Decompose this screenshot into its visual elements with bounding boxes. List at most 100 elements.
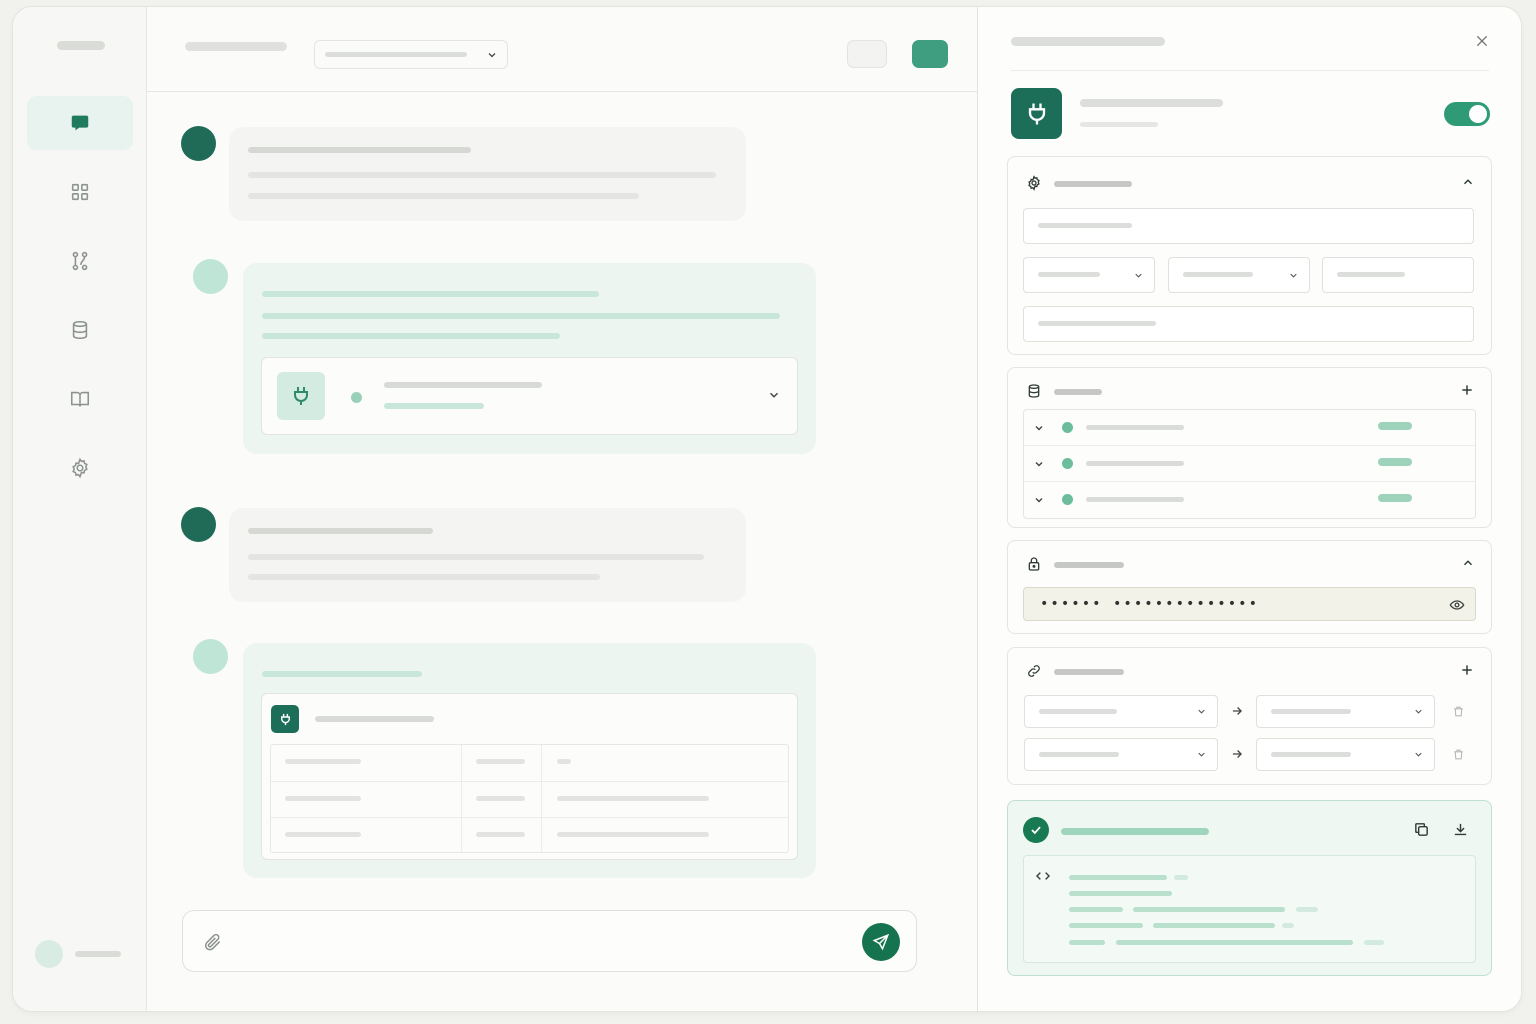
- sidebar-item-data[interactable]: [27, 303, 133, 357]
- user-message: [229, 127, 746, 221]
- chevron-down-icon[interactable]: [767, 388, 781, 402]
- target-field-select[interactable]: [1256, 738, 1435, 771]
- mappings-section: [1007, 647, 1492, 785]
- chevron-down-icon: [1288, 270, 1299, 281]
- chat-bubble-icon: [69, 112, 91, 134]
- plugin-config-panel: •••••• ••••••••••••••: [977, 7, 1521, 1011]
- sidebar-item-docs[interactable]: [27, 372, 133, 426]
- download-icon[interactable]: [1452, 821, 1469, 838]
- source-field-select[interactable]: [1024, 695, 1218, 728]
- lock-icon: [1026, 556, 1042, 572]
- copy-icon[interactable]: [1413, 821, 1430, 838]
- avatar[interactable]: [35, 940, 63, 968]
- format-select[interactable]: [1168, 257, 1310, 293]
- code-output: [1023, 855, 1476, 963]
- chevron-up-icon[interactable]: [1461, 556, 1475, 570]
- paperclip-icon[interactable]: [203, 932, 223, 952]
- assistant-message: [243, 263, 816, 454]
- panel-title: [1011, 37, 1165, 46]
- plugin-description: [1080, 122, 1158, 127]
- target-field-select[interactable]: [1256, 695, 1435, 728]
- sidebar-item-settings[interactable]: [27, 441, 133, 495]
- app-window: •••••• ••••••••••••••: [12, 6, 1522, 1012]
- plug-icon: [1011, 88, 1062, 139]
- chevron-down-icon: [1196, 706, 1207, 717]
- database-icon: [1026, 383, 1042, 399]
- check-icon: [1023, 817, 1049, 843]
- user-message: [229, 508, 746, 602]
- chevron-down-icon[interactable]: [1033, 494, 1045, 506]
- topbar: [147, 7, 977, 92]
- close-icon[interactable]: [1474, 33, 1490, 49]
- trash-icon[interactable]: [1452, 748, 1465, 761]
- secondary-button[interactable]: [847, 40, 887, 68]
- assistant-message: [243, 643, 816, 878]
- tool-call-card[interactable]: [261, 357, 798, 435]
- sidebar: [13, 7, 147, 1011]
- page-title: [185, 42, 287, 51]
- primary-button[interactable]: [912, 40, 948, 68]
- result-table: [270, 744, 789, 853]
- status-badge: [1378, 458, 1412, 466]
- status-dot: [1062, 422, 1073, 433]
- status-dot: [1062, 494, 1073, 505]
- chevron-down-icon: [1133, 270, 1144, 281]
- chevron-down-icon: [486, 49, 498, 61]
- model-select-value: [325, 52, 467, 57]
- status-badge: [1378, 494, 1412, 502]
- chevron-down-icon[interactable]: [1033, 458, 1045, 470]
- plugin-name: [1080, 99, 1223, 107]
- status-badge: [1378, 422, 1412, 430]
- sidebar-item-dashboard[interactable]: [27, 165, 133, 219]
- datasources-section: [1007, 367, 1492, 528]
- list-item[interactable]: [1024, 482, 1475, 518]
- method-select[interactable]: [1023, 257, 1155, 293]
- endpoint-field[interactable]: [1023, 208, 1474, 244]
- settings-section: [1007, 156, 1492, 355]
- book-icon: [69, 388, 91, 410]
- gear-icon: [69, 457, 91, 479]
- assistant-avatar: [193, 639, 228, 674]
- message-composer[interactable]: [182, 910, 917, 972]
- workflow-icon: [69, 250, 91, 272]
- api-key-field[interactable]: •••••• ••••••••••••••: [1023, 587, 1476, 621]
- user-avatar: [181, 507, 216, 542]
- link-icon: [1026, 663, 1042, 679]
- assistant-avatar: [193, 259, 228, 294]
- user-avatar: [181, 126, 216, 161]
- table-row: [271, 817, 788, 854]
- grid-icon: [69, 181, 91, 203]
- chat-area: [147, 7, 977, 1011]
- chevron-down-icon: [1413, 706, 1424, 717]
- datasource-name: [1086, 497, 1184, 502]
- result-status-text: [1061, 828, 1209, 835]
- table-row: [271, 781, 788, 818]
- plugin-enabled-toggle[interactable]: [1444, 102, 1490, 126]
- source-field-select[interactable]: [1024, 738, 1218, 771]
- chevron-down-icon: [1196, 749, 1207, 760]
- send-button[interactable]: [862, 923, 900, 961]
- section-title: [1054, 669, 1124, 675]
- chevron-down-icon[interactable]: [1033, 422, 1045, 434]
- plus-icon[interactable]: [1459, 662, 1475, 678]
- eye-icon[interactable]: [1449, 597, 1465, 613]
- section-title: [1054, 562, 1124, 568]
- status-dot: [1062, 458, 1073, 469]
- arrow-right-icon: [1230, 704, 1244, 718]
- test-result-section: [1007, 800, 1492, 976]
- model-select[interactable]: [314, 40, 508, 69]
- datasource-name: [1086, 461, 1184, 466]
- tool-result-card: [261, 693, 798, 860]
- description-field[interactable]: [1023, 306, 1474, 342]
- list-item[interactable]: [1024, 446, 1475, 482]
- sidebar-item-workflows[interactable]: [27, 234, 133, 288]
- chevron-up-icon[interactable]: [1461, 175, 1475, 189]
- database-icon: [69, 319, 91, 341]
- timeout-field[interactable]: [1322, 257, 1474, 293]
- section-title: [1054, 181, 1132, 187]
- sidebar-item-chat[interactable]: [27, 96, 133, 150]
- trash-icon[interactable]: [1452, 705, 1465, 718]
- plus-icon[interactable]: [1459, 382, 1475, 398]
- list-item[interactable]: [1024, 410, 1475, 446]
- brand-logo: [57, 41, 105, 50]
